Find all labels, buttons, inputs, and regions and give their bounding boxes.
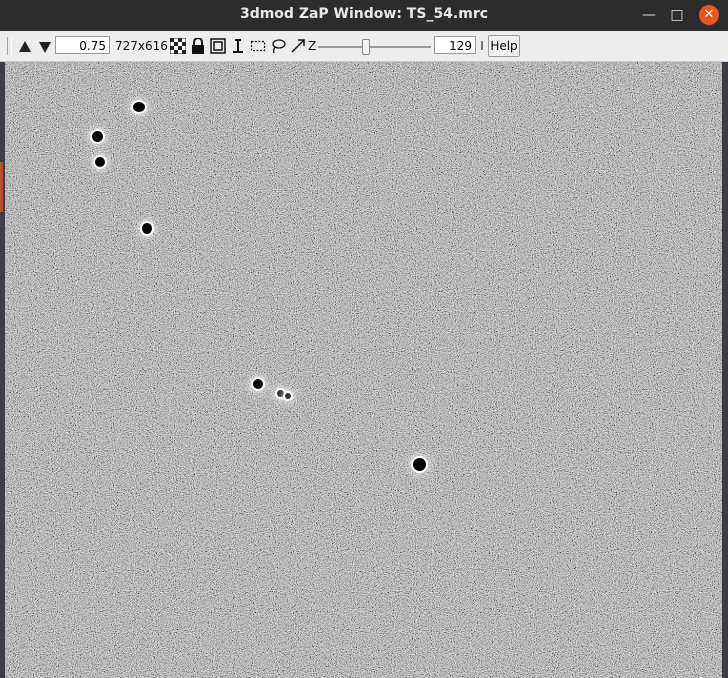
z-input[interactable]: 129 [434, 36, 476, 54]
gold-bead-marker [92, 131, 103, 142]
rubberband-icon[interactable] [250, 38, 266, 54]
close-icon[interactable]: ✕ [699, 5, 719, 25]
z-label: Z [308, 39, 317, 53]
window-title: 3dmod ZaP Window: TS_54.mrc [239, 6, 489, 22]
tomogram-image[interactable] [5, 62, 722, 678]
gold-bead-marker [413, 458, 426, 471]
window-edge-mark [0, 162, 3, 212]
title-bar: 3dmod ZaP Window: TS_54.mrc — □ ✕ [0, 0, 728, 31]
viewport-right-border [722, 62, 728, 678]
viewport-left-border [0, 62, 5, 678]
gold-bead-marker [253, 379, 263, 389]
image-viewport[interactable] [0, 62, 728, 678]
minimize-icon[interactable]: — [640, 6, 658, 24]
up-arrow-icon[interactable] [17, 39, 33, 55]
lasso-icon[interactable] [270, 38, 286, 54]
zoom-input[interactable]: 0.75 [55, 36, 110, 54]
toolbar: 0.75 727x616 Z 129 I Help [0, 31, 728, 62]
lock-icon[interactable] [190, 38, 206, 54]
z-spin-grip[interactable]: I [478, 36, 486, 56]
checker-icon[interactable] [170, 38, 186, 54]
maximize-icon[interactable]: □ [668, 6, 686, 24]
help-button[interactable]: Help [488, 35, 520, 57]
down-arrow-icon[interactable] [37, 39, 53, 55]
arrow-icon[interactable] [290, 38, 306, 54]
gold-bead-marker [285, 393, 291, 399]
gold-bead-marker [95, 157, 105, 167]
z-slider-handle[interactable] [362, 39, 370, 55]
image-size-label: 727x616 [115, 39, 168, 53]
insert-icon[interactable] [230, 38, 246, 54]
gold-bead-marker [133, 102, 145, 112]
gold-bead-marker [142, 223, 152, 234]
center-icon[interactable] [210, 38, 226, 54]
toolbar-grip[interactable] [7, 37, 12, 55]
z-slider-track[interactable] [318, 46, 431, 48]
gold-bead-marker [277, 390, 284, 397]
